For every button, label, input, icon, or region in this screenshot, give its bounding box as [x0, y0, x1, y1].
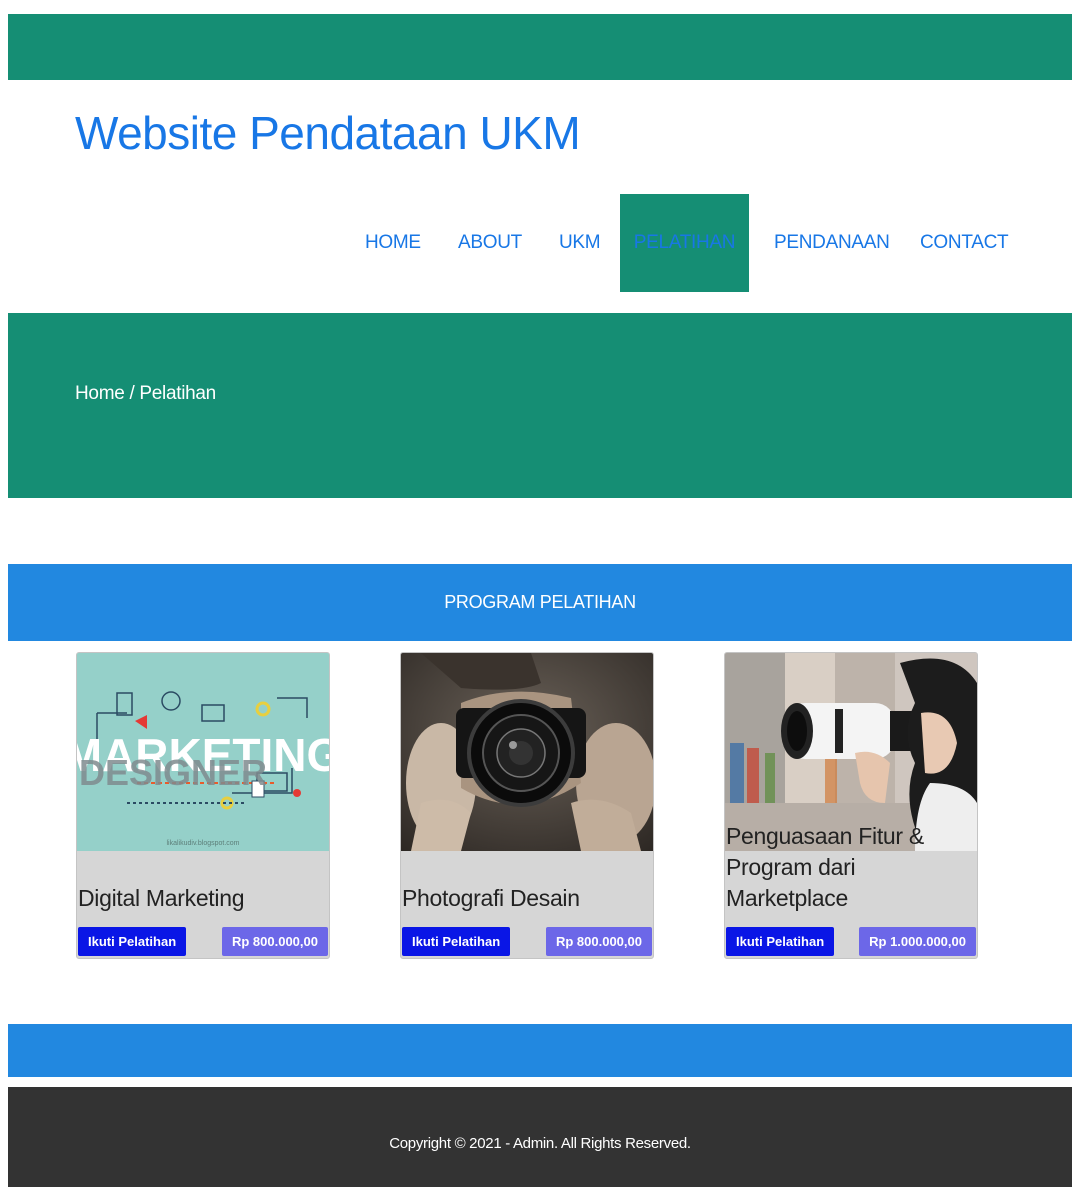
marketing-designer-image: MARKETING DESIGNER likalikudiv.blogspot.… — [77, 653, 329, 851]
copyright-text: Copyright © 2021 - Admin. All Rights Res… — [389, 1135, 691, 1152]
breadcrumb: Home / Pelatihan — [75, 383, 216, 404]
image-caption: likalikudiv.blogspot.com — [166, 840, 239, 847]
training-card: Penguasaan Fitur & Program dari Marketpl… — [724, 652, 978, 959]
join-training-button[interactable]: Ikuti Pelatihan — [402, 927, 511, 956]
site-title: Website Pendataan UKM — [75, 107, 581, 159]
footer: Copyright © 2021 - Admin. All Rights Res… — [8, 1087, 1072, 1187]
price-badge: Rp 800.000,00 — [545, 927, 652, 956]
nav-pendanaan[interactable]: PENDANAAN — [774, 194, 890, 292]
nav-pelatihan[interactable]: PELATIHAN — [620, 194, 749, 292]
join-training-button[interactable]: Ikuti Pelatihan — [78, 927, 187, 956]
training-card: Photografi Desain Ikuti Pelatihan Rp 800… — [400, 652, 654, 959]
bottom-band — [8, 1024, 1072, 1077]
join-training-button[interactable]: Ikuti Pelatihan — [726, 927, 835, 956]
nav-contact[interactable]: CONTACT — [920, 194, 1009, 292]
nav-ukm[interactable]: UKM — [559, 194, 601, 292]
card-title: Photografi Desain — [402, 885, 580, 911]
price-badge: Rp 800.000,00 — [221, 927, 328, 956]
main-nav: HOME ABOUT UKM PELATIHAN PENDANAAN CONTA… — [8, 194, 1072, 292]
price-badge: Rp 1.000.000,00 — [859, 927, 976, 956]
top-bar — [8, 14, 1072, 80]
nav-about[interactable]: ABOUT — [458, 194, 522, 292]
card-title: Digital Marketing — [78, 885, 245, 911]
program-header: PROGRAM PELATIHAN — [8, 564, 1072, 641]
training-card: MARKETING DESIGNER likalikudiv.blogspot.… — [76, 652, 330, 959]
image-text-designer: DESIGNER — [79, 752, 267, 793]
photographer-image — [401, 653, 653, 851]
program-title: PROGRAM PELATIHAN — [444, 592, 636, 612]
nav-home[interactable]: HOME — [365, 194, 421, 292]
breadcrumb-banner: Home / Pelatihan — [8, 313, 1072, 498]
page: Website Pendataan UKM HOME ABOUT UKM PEL… — [8, 14, 1072, 1187]
card-title: Penguasaan Fitur & Program dari Marketpl… — [726, 823, 924, 911]
